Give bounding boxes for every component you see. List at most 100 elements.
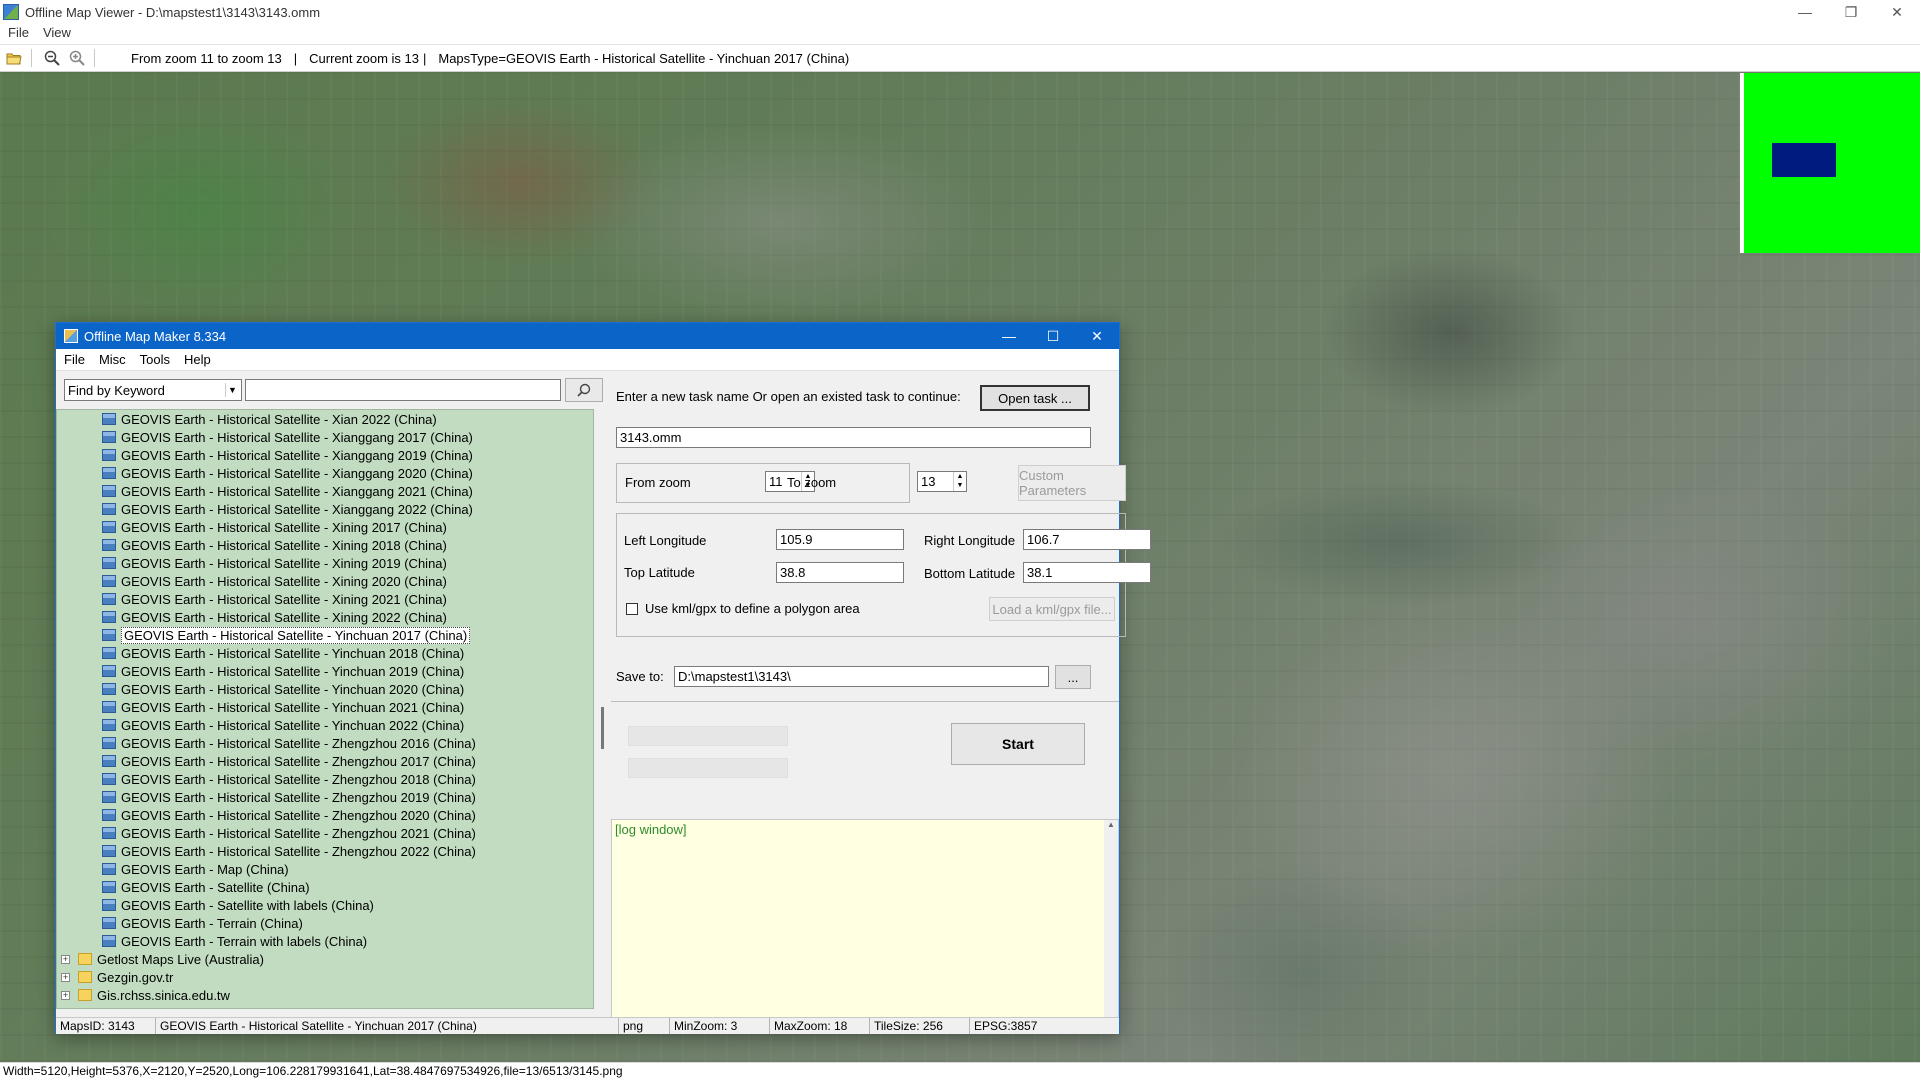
bottom-latitude-input[interactable]: 38.1 [1023, 562, 1151, 583]
tree-item[interactable]: GEOVIS Earth - Historical Satellite - Xi… [57, 500, 593, 518]
menu-tools[interactable]: Tools [140, 352, 170, 367]
overview-minimap[interactable] [1740, 73, 1920, 253]
tree-item[interactable]: GEOVIS Earth - Historical Satellite - Xi… [57, 518, 593, 536]
menu-help[interactable]: Help [184, 352, 211, 367]
top-latitude-input[interactable]: 38.8 [776, 562, 904, 583]
folder-icon [78, 953, 92, 965]
menu-file[interactable]: File [64, 352, 85, 367]
chevron-down-icon[interactable]: ▼ [225, 383, 239, 397]
viewer-title: Offline Map Viewer - D:\mapstest1\3143\3… [25, 4, 321, 20]
zoom-out-icon[interactable] [41, 47, 63, 69]
tree-item[interactable]: GEOVIS Earth - Historical Satellite - Yi… [57, 626, 593, 644]
map-source-icon [102, 647, 116, 659]
log-window[interactable]: [log window] ▲ [611, 819, 1119, 1019]
save-path-input[interactable]: D:\mapstest1\3143\ [674, 666, 1049, 687]
status-tile-size: TileSize: 256 [870, 1018, 970, 1034]
tree-folder[interactable]: + Getlost Maps Live (Australia) [57, 950, 593, 968]
expand-icon[interactable]: + [61, 990, 70, 1000]
zoom-in-icon[interactable] [66, 47, 88, 69]
close-icon[interactable]: ✕ [1874, 0, 1920, 24]
stepper-arrows-icon[interactable]: ▲ ▼ [953, 472, 966, 491]
save-to-label: Save to: [616, 669, 664, 684]
tree-item[interactable]: GEOVIS Earth - Historical Satellite - Xi… [57, 410, 593, 428]
tree-item[interactable]: GEOVIS Earth - Historical Satellite - Yi… [57, 716, 593, 734]
dialog-window-controls: — ☐ ✕ [987, 323, 1119, 349]
tree-item[interactable]: GEOVIS Earth - Historical Satellite - Zh… [57, 806, 593, 824]
restore-icon[interactable]: ❐ [1828, 0, 1874, 24]
search-input[interactable] [245, 379, 561, 401]
map-source-icon [102, 593, 116, 605]
tree-item[interactable]: GEOVIS Earth - Satellite (China) [57, 878, 593, 896]
close-icon[interactable]: ✕ [1075, 323, 1119, 349]
section-divider [611, 701, 1119, 702]
minimize-icon[interactable]: — [987, 323, 1031, 349]
tree-item[interactable]: GEOVIS Earth - Historical Satellite - Xi… [57, 536, 593, 554]
map-source-icon [102, 917, 116, 929]
tree-item-label: GEOVIS Earth - Historical Satellite - Yi… [121, 626, 471, 644]
to-zoom-stepper[interactable]: 13 ▲ ▼ [917, 471, 967, 492]
search-button[interactable] [565, 378, 603, 402]
minimap-viewport-rect[interactable] [1772, 143, 1836, 177]
map-source-icon [102, 449, 116, 461]
menu-misc[interactable]: Misc [99, 352, 126, 367]
tree-item[interactable]: GEOVIS Earth - Terrain with labels (Chin… [57, 932, 593, 950]
tree-item[interactable]: GEOVIS Earth - Historical Satellite - Zh… [57, 824, 593, 842]
custom-parameters-button[interactable]: Custom Parameters [1018, 465, 1126, 501]
tree-item[interactable]: GEOVIS Earth - Historical Satellite - Yi… [57, 698, 593, 716]
right-longitude-input[interactable]: 106.7 [1023, 529, 1151, 550]
menu-view[interactable]: View [43, 25, 71, 40]
maximize-icon[interactable]: ☐ [1031, 323, 1075, 349]
tree-item[interactable]: GEOVIS Earth - Historical Satellite - Zh… [57, 734, 593, 752]
dialog-statusbar: MapsID: 3143 GEOVIS Earth - Historical S… [56, 1017, 1119, 1034]
map-source-icon [102, 503, 116, 515]
tree-item[interactable]: GEOVIS Earth - Historical Satellite - Zh… [57, 842, 593, 860]
tree-item[interactable]: GEOVIS Earth - Historical Satellite - Yi… [57, 662, 593, 680]
right-longitude-label: Right Longitude [924, 533, 1016, 548]
tree-item[interactable]: GEOVIS Earth - Historical Satellite - Xi… [57, 608, 593, 626]
load-kml-button[interactable]: Load a kml/gpx file... [989, 597, 1115, 621]
tree-item[interactable]: GEOVIS Earth - Terrain (China) [57, 914, 593, 932]
tree-item[interactable]: GEOVIS Earth - Historical Satellite - Xi… [57, 590, 593, 608]
tree-folder-label: Gezgin.gov.tr [97, 969, 174, 985]
browse-button[interactable]: ... [1055, 665, 1091, 689]
start-button[interactable]: Start [951, 723, 1085, 765]
use-kml-checkbox[interactable] [626, 603, 638, 615]
expand-icon[interactable]: + [61, 954, 70, 964]
viewer-toolbar: From zoom 11 to zoom 13 | Current zoom i… [0, 44, 1920, 72]
open-folder-icon[interactable] [3, 47, 25, 69]
tree-item[interactable]: GEOVIS Earth - Historical Satellite - Xi… [57, 572, 593, 590]
map-source-icon [102, 719, 116, 731]
tree-item[interactable]: GEOVIS Earth - Historical Satellite - Zh… [57, 770, 593, 788]
folder-icon [78, 971, 92, 983]
menu-file[interactable]: File [8, 25, 29, 40]
left-longitude-input[interactable]: 105.9 [776, 529, 904, 550]
tree-item[interactable]: GEOVIS Earth - Historical Satellite - Xi… [57, 428, 593, 446]
status-maps-name: GEOVIS Earth - Historical Satellite - Yi… [156, 1018, 619, 1034]
tree-folder[interactable]: + Gezgin.gov.tr [57, 968, 593, 986]
tree-item[interactable]: GEOVIS Earth - Historical Satellite - Zh… [57, 788, 593, 806]
tree-item[interactable]: GEOVIS Earth - Historical Satellite - Zh… [57, 752, 593, 770]
tree-item[interactable]: GEOVIS Earth - Historical Satellite - Xi… [57, 464, 593, 482]
viewer-statusbar: Width=5120,Height=5376,X=2120,Y=2520,Lon… [0, 1062, 1920, 1080]
status-epsg: EPSG:3857 [974, 1019, 1038, 1033]
tree-item[interactable]: GEOVIS Earth - Historical Satellite - Xi… [57, 554, 593, 572]
open-task-button[interactable]: Open task ... [980, 385, 1090, 411]
log-scrollbar[interactable]: ▲ [1104, 820, 1118, 1018]
task-name-input[interactable]: 3143.omm [616, 427, 1091, 448]
tree-item[interactable]: GEOVIS Earth - Historical Satellite - Xi… [57, 482, 593, 500]
dialog-titlebar[interactable]: Offline Map Maker 8.334 — ☐ ✕ [56, 323, 1119, 349]
tree-item[interactable]: GEOVIS Earth - Satellite with labels (Ch… [57, 896, 593, 914]
expand-icon[interactable]: + [61, 972, 70, 982]
tree-folder[interactable]: + Gis.rchss.sinica.edu.tw [57, 986, 593, 1004]
tree-item[interactable]: GEOVIS Earth - Map (China) [57, 860, 593, 878]
tree-item-label: GEOVIS Earth - Historical Satellite - Xi… [121, 519, 447, 535]
map-source-tree[interactable]: GEOVIS Earth - Historical Satellite - Xi… [56, 409, 594, 1009]
minimize-icon[interactable]: — [1782, 0, 1828, 24]
find-mode-select[interactable]: Find by Keyword ▼ [64, 379, 242, 401]
tree-item[interactable]: GEOVIS Earth - Historical Satellite - Yi… [57, 680, 593, 698]
scroll-up-icon[interactable]: ▲ [1104, 820, 1118, 829]
tree-item[interactable]: GEOVIS Earth - Historical Satellite - Xi… [57, 446, 593, 464]
pane-splitter[interactable] [601, 707, 604, 749]
tree-item[interactable]: GEOVIS Earth - Historical Satellite - Yi… [57, 644, 593, 662]
from-zoom-value: 11 [769, 474, 783, 489]
